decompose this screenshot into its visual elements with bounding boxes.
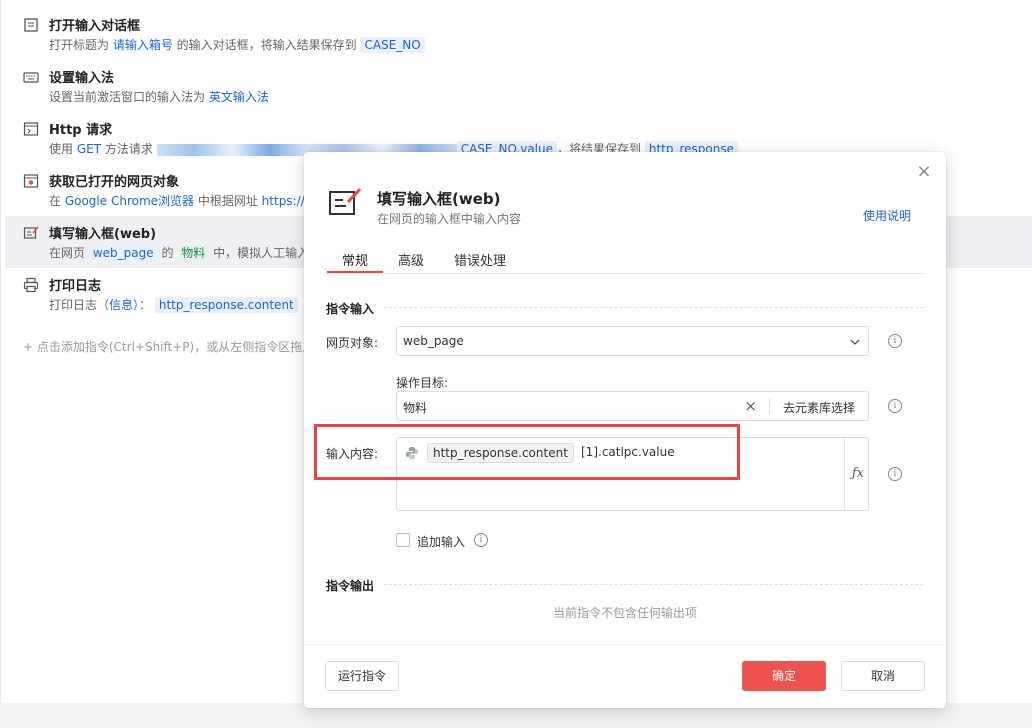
tab-general[interactable]: 常规 (342, 250, 368, 269)
tab-advanced[interactable]: 高级 (398, 250, 424, 269)
no-output-text: 当前指令不包含任何输出项 (552, 606, 697, 620)
command-desc: 打印日志（信息）： http_response.content (49, 296, 298, 313)
keyboard-icon (23, 72, 39, 83)
dialog-icon (24, 18, 38, 32)
web-object-value: web_page (403, 334, 464, 348)
section-input-title: 指令输入 (326, 302, 375, 316)
command-title: 打开输入对话框 (49, 19, 141, 34)
web-object-select[interactable]: web_page (396, 326, 869, 356)
http-icon (23, 122, 39, 136)
command-desc: 在网页 web_page 的 物料 中，模拟人工输入 (49, 245, 310, 261)
target-label: 操作目标: (396, 376, 449, 390)
add-command-hint[interactable]: + 点击添加指令(Ctrl+Shift+P)，或从左侧指令区拖入 (23, 338, 314, 355)
cancel-button[interactable]: 取消 (841, 661, 925, 691)
web-object-label: 网页对象: (326, 336, 379, 350)
command-desc: 打开标题为 请输入箱号 的输入对话框，将输入结果保存到 CASE_NO (49, 36, 425, 53)
command-item-open-dialog[interactable]: 打开输入对话框 打开标题为 请输入箱号 的输入对话框，将输入结果保存到 CASE… (5, 8, 1032, 60)
tab-bar: 常规 高级 错误处理 (326, 242, 923, 274)
command-desc: 设置当前激活窗口的输入法为 英文输入法 (49, 90, 269, 104)
append-input-label: 追加输入 (417, 535, 466, 549)
info-icon[interactable]: i (888, 467, 902, 481)
edit-input-icon (23, 226, 39, 239)
chevron-down-icon (850, 339, 860, 345)
command-title: Http 请求 (49, 123, 113, 138)
run-command-button[interactable]: 运行指令 (325, 661, 399, 691)
command-item-set-ime[interactable]: 设置输入法 设置当前激活窗口的输入法为 英文输入法 (5, 60, 1032, 112)
info-icon[interactable]: i (888, 334, 902, 348)
divider (769, 398, 770, 414)
ok-button[interactable]: 确定 (742, 661, 826, 691)
target-field[interactable]: 物料 × 去元素库选择 (396, 391, 869, 421)
divider (384, 307, 923, 308)
clear-icon[interactable]: × (744, 397, 757, 415)
active-tab-indicator (327, 271, 383, 273)
fx-icon[interactable]: ƒx (852, 466, 864, 481)
browser-icon (23, 174, 39, 188)
append-input-checkbox[interactable] (396, 533, 410, 547)
section-output-title: 指令输出 (326, 579, 375, 593)
close-icon[interactable]: × (916, 163, 932, 181)
printer-icon (23, 277, 39, 293)
dialog-title: 填写输入框(web) (377, 190, 501, 208)
command-title: 获取已打开的网页对象 (49, 175, 180, 190)
tab-error-handling[interactable]: 错误处理 (454, 250, 506, 269)
dialog-subtitle: 在网页的输入框中输入内容 (377, 212, 522, 226)
command-title: 打印日志 (49, 279, 102, 294)
command-title: 填写输入框(web) (49, 227, 157, 242)
footer-divider (304, 644, 946, 645)
command-title: 设置输入法 (49, 71, 115, 86)
command-desc: 在 Google Chrome浏览器 中根据网址 https:// (49, 194, 305, 208)
divider (384, 584, 923, 585)
target-value: 物料 (403, 401, 428, 415)
highlight-box (314, 424, 740, 480)
info-icon[interactable]: i (888, 399, 902, 413)
edit-input-icon (329, 187, 362, 215)
info-icon[interactable]: i (474, 533, 488, 547)
pick-element-button[interactable]: 去元素库选择 (783, 399, 855, 416)
help-link[interactable]: 使用说明 (863, 207, 911, 224)
